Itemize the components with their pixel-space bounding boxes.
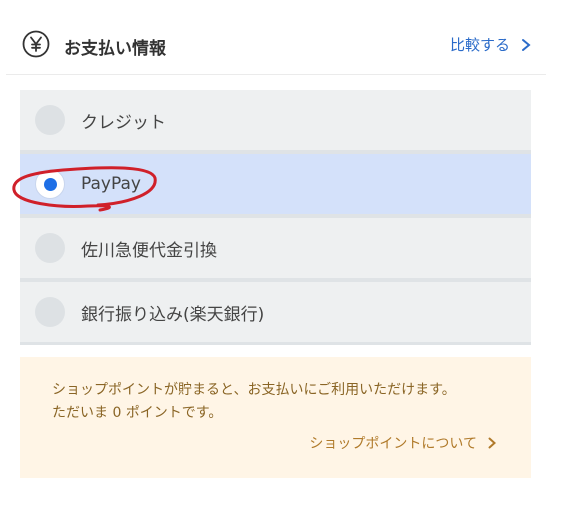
payment-options-list: クレジット PayPay 佐川急便代金引換 銀行振り込み(楽天銀行) (20, 90, 531, 345)
chevron-right-icon (488, 437, 496, 449)
shop-points-link-label[interactable]: ショップポイントについて (309, 433, 477, 453)
payment-option-cash-on-delivery[interactable]: 佐川急便代金引換 (20, 218, 531, 278)
radio-button[interactable] (35, 233, 65, 263)
shop-points-link[interactable]: ショップポイントについて (309, 433, 497, 453)
payment-option-label: クレジット (81, 112, 166, 133)
points-text-line: ただいま 0 ポイントです。 (52, 405, 223, 421)
chevron-right-icon (522, 38, 531, 51)
payment-option-label: PayPay (81, 174, 141, 194)
points-description: ショップポイントが貯まると、お支払いにご利用いただけます。 ただいま 0 ポイン… (52, 379, 456, 425)
radio-button-selected[interactable] (35, 169, 65, 199)
payment-option-paypay[interactable]: PayPay (20, 154, 531, 214)
radio-button[interactable] (35, 105, 65, 135)
payment-info-header: お支払い情報 比較する (6, 0, 546, 75)
page-title: お支払い情報 (64, 39, 166, 59)
compare-link[interactable]: 比較する (450, 34, 532, 55)
shop-points-panel: ショップポイントが貯まると、お支払いにご利用いただけます。 ただいま 0 ポイン… (20, 357, 531, 478)
points-text-line: ショップポイントが貯まると、お支払いにご利用いただけます。 (52, 382, 456, 398)
radio-button[interactable] (35, 297, 65, 327)
payment-option-label: 銀行振り込み(楽天銀行) (81, 304, 265, 325)
payment-option-label: 佐川急便代金引換 (81, 240, 217, 261)
compare-link-label[interactable]: 比較する (450, 34, 510, 55)
radio-dot (44, 178, 57, 191)
payment-option-credit[interactable]: クレジット (20, 90, 531, 150)
yen-icon (22, 30, 50, 58)
payment-option-bank-transfer[interactable]: 銀行振り込み(楽天銀行) (20, 282, 531, 342)
